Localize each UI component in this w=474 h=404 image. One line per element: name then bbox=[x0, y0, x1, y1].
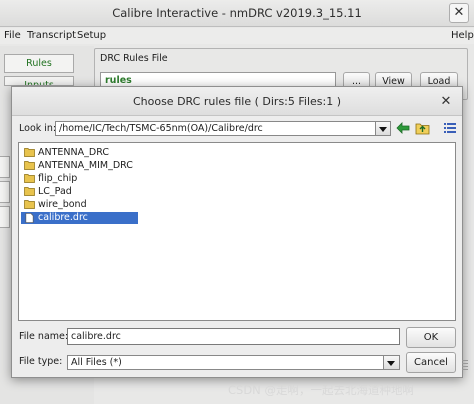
folder-icon bbox=[24, 200, 35, 209]
file-list[interactable]: ANTENNA_DRC ANTENNA_MIM_DRC flip_chip LC… bbox=[18, 142, 456, 321]
list-item-label: LC_Pad bbox=[38, 186, 72, 197]
up-folder-icon[interactable] bbox=[414, 121, 430, 137]
folder-icon bbox=[24, 174, 35, 183]
left-tab-stub[interactable] bbox=[0, 181, 10, 203]
file-type-combo[interactable]: All Files (*) bbox=[67, 355, 384, 370]
resize-grip[interactable] bbox=[462, 360, 468, 372]
list-item[interactable]: wire_bond bbox=[21, 199, 87, 211]
tab-rules[interactable]: Rules bbox=[4, 54, 74, 73]
list-item-selected[interactable]: calibre.drc bbox=[21, 212, 138, 224]
file-icon bbox=[25, 213, 34, 223]
chevron-down-icon[interactable] bbox=[376, 121, 391, 136]
cancel-button[interactable]: Cancel bbox=[406, 352, 456, 373]
menubar: File Transcript Setup Help bbox=[0, 28, 474, 44]
left-tab-stub[interactable] bbox=[0, 156, 10, 178]
detail-view-icon[interactable] bbox=[442, 121, 458, 137]
chevron-down-icon[interactable] bbox=[384, 355, 400, 370]
back-arrow-icon[interactable] bbox=[395, 121, 411, 137]
file-name-input[interactable]: calibre.drc bbox=[67, 328, 400, 345]
folder-icon bbox=[24, 161, 35, 170]
list-item-label: ANTENNA_MIM_DRC bbox=[38, 160, 133, 171]
menu-file[interactable]: File bbox=[4, 30, 21, 41]
file-type-label: File type: bbox=[19, 356, 63, 367]
main-window-titlebar: Calibre Interactive - nmDRC v2019.3_15.1… bbox=[0, 0, 474, 27]
list-item[interactable]: flip_chip bbox=[21, 173, 77, 185]
menu-transcript[interactable]: Transcript bbox=[27, 30, 76, 41]
look-in-combo[interactable]: /home/IC/Tech/TSMC-65nm(OA)/Calibre/drc bbox=[55, 121, 376, 136]
list-item-label: calibre.drc bbox=[38, 212, 88, 223]
choose-drc-rules-dialog: Choose DRC rules file ( Dirs:5 Files:1 )… bbox=[11, 86, 463, 378]
main-close-icon[interactable]: ✕ bbox=[449, 3, 469, 23]
watermark: CSDN @走啊，一起去北海道种地啊 bbox=[228, 383, 414, 397]
dialog-titlebar: Choose DRC rules file ( Dirs:5 Files:1 )… bbox=[12, 87, 462, 116]
dialog-title: Choose DRC rules file ( Dirs:5 Files:1 ) bbox=[132, 95, 342, 108]
menu-help[interactable]: Help bbox=[451, 30, 474, 41]
list-item-label: flip_chip bbox=[38, 173, 78, 184]
list-item-label: ANTENNA_DRC bbox=[38, 147, 109, 158]
list-item-label: wire_bond bbox=[38, 199, 87, 210]
ok-button[interactable]: OK bbox=[406, 327, 456, 348]
list-item[interactable]: ANTENNA_DRC bbox=[21, 147, 109, 159]
drc-rules-group-label: DRC Rules File bbox=[100, 53, 168, 64]
main-window-title: Calibre Interactive - nmDRC v2019.3_15.1… bbox=[112, 6, 362, 20]
menu-setup[interactable]: Setup bbox=[77, 30, 106, 41]
file-name-label: File name: bbox=[19, 331, 69, 342]
folder-icon bbox=[24, 187, 35, 196]
list-item[interactable]: ANTENNA_MIM_DRC bbox=[21, 160, 133, 172]
list-item[interactable]: LC_Pad bbox=[21, 186, 72, 198]
dialog-close-icon[interactable]: ✕ bbox=[437, 93, 455, 111]
left-tab-stub[interactable] bbox=[0, 206, 10, 228]
tab-inputs[interactable]: Inputs bbox=[4, 76, 74, 86]
look-in-label: Look in: bbox=[19, 123, 57, 134]
folder-icon bbox=[24, 148, 35, 157]
